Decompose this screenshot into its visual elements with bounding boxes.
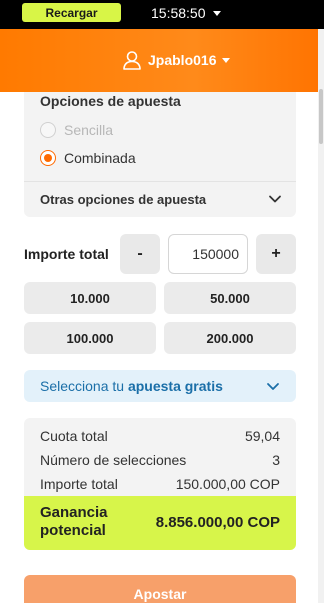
other-bet-options-toggle[interactable]: Otras opciones de apuesta bbox=[40, 192, 206, 207]
caret-down-icon bbox=[222, 57, 231, 63]
radio-label: Sencilla bbox=[64, 122, 114, 138]
summary-label: Cuota total bbox=[40, 428, 108, 444]
radio-combinada[interactable]: Combinada bbox=[40, 150, 136, 166]
chevron-down-icon[interactable] bbox=[268, 192, 282, 206]
quick-amount-button[interactable]: 10.000 bbox=[24, 282, 156, 314]
scrollbar[interactable] bbox=[318, 29, 324, 603]
summary-value: 150.000,00 COP bbox=[175, 476, 280, 492]
summary-value: 3 bbox=[272, 452, 280, 468]
quick-amount-button[interactable]: 100.000 bbox=[24, 322, 156, 354]
potential-winnings-label: Ganancia potencial bbox=[40, 504, 108, 539]
decrease-stake-button[interactable]: - bbox=[120, 234, 160, 274]
free-bet-text: Selecciona tu apuesta gratis bbox=[40, 378, 223, 394]
summary-label: Número de selecciones bbox=[40, 452, 187, 468]
chevron-down-icon bbox=[267, 383, 279, 390]
potential-winnings-value: 8.856.000,00 COP bbox=[155, 514, 280, 531]
free-bet-highlight: apuesta gratis bbox=[127, 378, 223, 394]
radio-off-icon bbox=[40, 122, 56, 138]
clock-dropdown[interactable]: 15:58:50 bbox=[151, 4, 221, 22]
status-bar: Recargar 15:58:50 bbox=[0, 0, 324, 29]
divider bbox=[24, 181, 296, 182]
radio-sencilla[interactable]: Sencilla bbox=[40, 122, 113, 138]
caret-down-icon bbox=[212, 10, 221, 16]
username: Jpablo016 bbox=[148, 52, 217, 68]
quick-amount-button[interactable]: 200.000 bbox=[164, 322, 296, 354]
scrollbar-thumb[interactable] bbox=[319, 89, 323, 144]
bet-summary: Cuota total 59,04 Número de selecciones … bbox=[24, 418, 296, 550]
free-bet-selector[interactable]: Selecciona tu apuesta gratis bbox=[24, 370, 296, 402]
stake-label: Importe total bbox=[24, 246, 109, 262]
radio-label: Combinada bbox=[64, 150, 136, 166]
summary-row: Cuota total 59,04 bbox=[40, 428, 280, 444]
user-menu[interactable]: Jpablo016 bbox=[122, 50, 231, 70]
stake-input[interactable]: 150000 bbox=[168, 234, 248, 274]
user-icon bbox=[123, 51, 141, 70]
summary-value: 59,04 bbox=[244, 428, 280, 444]
place-bet-button[interactable]: Apostar bbox=[24, 575, 296, 603]
clock-time: 15:58:50 bbox=[151, 5, 206, 21]
increase-stake-button[interactable]: + bbox=[256, 234, 296, 274]
radio-on-icon bbox=[40, 150, 56, 166]
summary-row: Importe total 150.000,00 COP bbox=[40, 476, 280, 492]
app-header: Jpablo016 bbox=[0, 29, 324, 92]
summary-row: Número de selecciones 3 bbox=[40, 452, 280, 468]
summary-label: Importe total bbox=[40, 476, 118, 492]
quick-amount-button[interactable]: 50.000 bbox=[164, 282, 296, 314]
recharge-button[interactable]: Recargar bbox=[22, 3, 121, 22]
potential-winnings: Ganancia potencial 8.856.000,00 COP bbox=[24, 496, 296, 550]
bet-options-title: Opciones de apuesta bbox=[40, 93, 181, 109]
bet-options-panel: Opciones de apuesta Sencilla Combinada O… bbox=[24, 92, 296, 217]
